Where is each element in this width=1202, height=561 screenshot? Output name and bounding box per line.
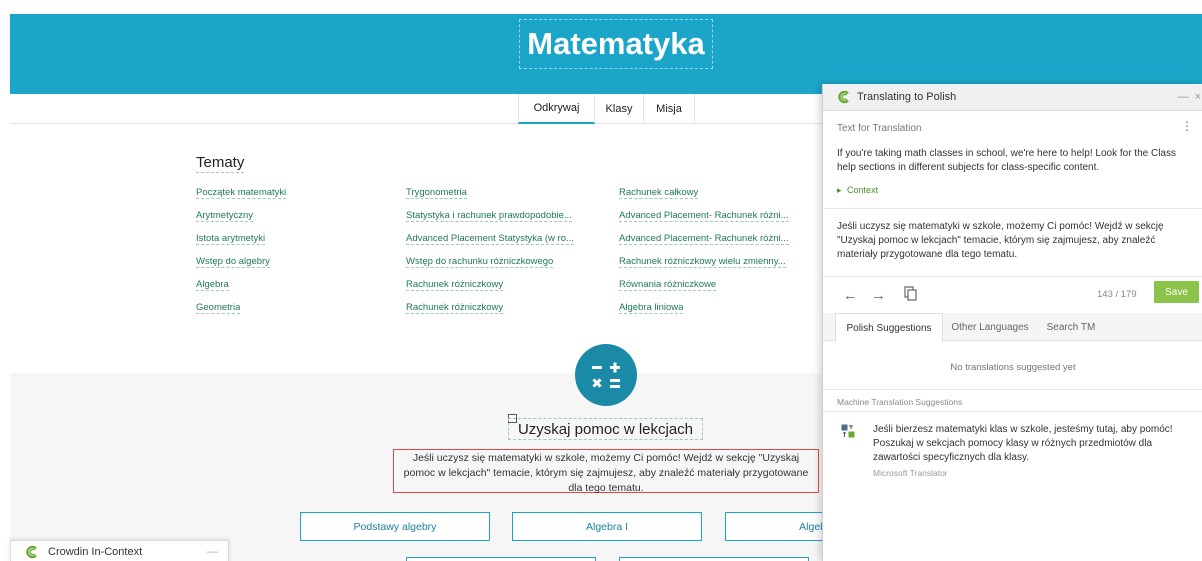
topic-link[interactable]: Advanced Placement- Rachunek różni... — [619, 210, 789, 222]
translate-icon — [841, 424, 855, 438]
topic-link[interactable]: Równania różniczkowe — [619, 279, 717, 291]
panel-title: Translating to Polish — [857, 91, 957, 103]
translation-panel: Translating to Polish — × Text for Trans… — [822, 84, 1202, 561]
next-string-button[interactable]: → — [871, 287, 886, 304]
crowdin-in-context-bar[interactable]: Crowdin In-Context — — [10, 540, 229, 561]
mt-section-label: Machine Translation Suggestions — [837, 397, 963, 407]
empty-suggestions: No translations suggested yet — [950, 362, 1076, 373]
in-context-label: Crowdin In-Context — [48, 546, 143, 558]
section-label: Text for Translation — [837, 123, 922, 134]
tab-klasy[interactable]: Klasy — [595, 94, 644, 124]
mt-source: Microsoft Translator — [873, 468, 948, 478]
divider — [823, 208, 1202, 209]
minimize-button[interactable]: — — [1178, 91, 1189, 103]
source-text: If you're taking math classes in school,… — [837, 148, 1176, 173]
course-button-podstawy-algebry[interactable]: Podstawy algebry — [300, 512, 490, 541]
topic-link[interactable]: Statystyka i rachunek prawdopodobie... — [406, 210, 572, 222]
minimize-button[interactable]: — — [207, 546, 218, 558]
close-button[interactable]: × — [1195, 91, 1201, 103]
tab-odkrywaj[interactable]: Odkrywaj — [518, 94, 595, 124]
topic-link[interactable]: Trygonometria — [406, 187, 467, 199]
translation-textarea[interactable]: Jeśli uczysz się matematyki w szkole, mo… — [837, 220, 1193, 262]
topic-link[interactable]: Geometria — [196, 302, 241, 314]
course-button-algebra-1[interactable]: Algebra I — [512, 512, 702, 541]
tab-polish-suggestions[interactable]: Polish Suggestions — [835, 313, 943, 342]
caret-right-icon: ▸ — [837, 185, 842, 195]
selected-string[interactable]: Jeśli uczysz się matematyki w szkole, mo… — [393, 449, 819, 494]
course-button-row2[interactable] — [619, 557, 809, 561]
crowdin-logo-icon — [838, 90, 849, 104]
topic-link[interactable]: Rachunek różniczkowy wielu zmienny... — [619, 256, 786, 268]
topics-heading: Tematy — [196, 154, 245, 173]
topic-link[interactable]: Rachunek różniczkowy — [406, 279, 504, 291]
topic-link[interactable]: Arytmetyczny — [196, 210, 254, 222]
topic-link[interactable]: Rachunek całkowy — [619, 187, 699, 199]
topic-link[interactable]: Wstęp do rachunku różniczkowego — [406, 256, 554, 268]
topic-link[interactable]: Początek matematyki — [196, 187, 287, 199]
save-button[interactable]: Save — [1154, 281, 1199, 303]
string-counter: 143 / 179 — [1097, 289, 1137, 300]
mt-suggestion[interactable]: Jeśli bierzesz matematyki klas w szkole,… — [873, 423, 1193, 465]
copy-source-icon[interactable] — [904, 286, 918, 301]
topic-link[interactable]: Algebra liniowa — [619, 302, 684, 314]
more-menu-icon[interactable]: ⋮ — [1181, 120, 1193, 132]
calculator-icon — [575, 344, 637, 406]
panel-header[interactable]: Translating to Polish — × — [823, 84, 1202, 111]
divider — [823, 276, 1202, 277]
topic-link[interactable]: Advanced Placement- Rachunek różni... — [619, 233, 789, 245]
tab-search-tm[interactable]: Search TM — [1039, 313, 1103, 341]
suggestion-tabs: Polish Suggestions Other Languages Searc… — [823, 313, 1202, 342]
page-title[interactable]: Matematyka — [519, 19, 713, 69]
topic-link[interactable]: Advanced Placement Statystyka (w ro... — [406, 233, 574, 245]
topic-link[interactable]: Rachunek różniczkowy — [406, 302, 504, 314]
tab-other-languages[interactable]: Other Languages — [947, 313, 1033, 341]
help-heading[interactable]: Uzyskaj pomoc w lekcjach — [508, 418, 703, 440]
divider — [823, 411, 1202, 412]
prev-string-button[interactable]: ← — [843, 287, 858, 304]
subnav: Odkrywaj Klasy Misja — [10, 94, 822, 124]
hero-banner: Matematyka — [10, 14, 1202, 94]
divider — [823, 389, 1202, 390]
topic-link[interactable]: Wstęp do algebry — [196, 256, 270, 268]
tab-misja[interactable]: Misja — [644, 94, 695, 124]
topic-link[interactable]: Algebra — [196, 279, 229, 291]
course-button-row2[interactable] — [406, 557, 596, 561]
context-toggle[interactable]: ▸ Context — [837, 185, 878, 196]
topic-link[interactable]: Istota arytmetyki — [196, 233, 266, 245]
crowdin-logo-icon — [26, 545, 37, 559]
course-button-algebra-2[interactable]: Algeb — [725, 512, 835, 541]
